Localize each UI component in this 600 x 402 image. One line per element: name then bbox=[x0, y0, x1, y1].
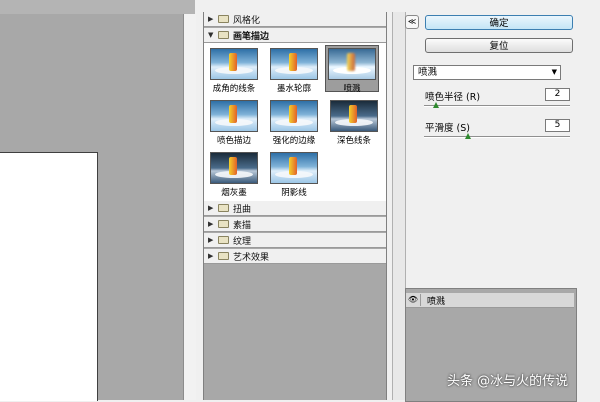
filter-thumb-dark-strokes[interactable]: 深色线条 bbox=[328, 98, 380, 146]
filter-preview-image bbox=[270, 152, 318, 184]
watermark: 头条 @冰与火的传说 bbox=[447, 374, 569, 389]
chevron-down-icon: ▼ bbox=[551, 68, 557, 76]
smoothness-slider[interactable] bbox=[424, 136, 570, 138]
filter-preview-image bbox=[210, 48, 258, 80]
spray-radius-slider-thumb[interactable] bbox=[432, 102, 439, 108]
filter-thumb-label: 喷色描边 bbox=[216, 136, 251, 146]
filter-thumb-label: 阴影线 bbox=[281, 188, 307, 198]
triangle-right-icon: ▶ bbox=[208, 204, 214, 212]
ok-button[interactable]: 确定 bbox=[425, 15, 573, 30]
category-brush-strokes[interactable]: ▼ 画笔描边 bbox=[204, 28, 386, 43]
filter-thumb-spatter[interactable]: 喷溅 bbox=[325, 45, 379, 94]
category-artistic[interactable]: ▶ 艺术效果 bbox=[204, 249, 386, 264]
filter-thumb-angled-strokes[interactable]: 成角的线条 bbox=[208, 46, 260, 94]
triangle-down-icon: ▼ bbox=[208, 31, 214, 39]
triangle-right-icon: ▶ bbox=[208, 220, 214, 228]
folder-icon bbox=[218, 204, 229, 212]
filter-thumb-sprayed-strokes[interactable]: 喷色描边 bbox=[208, 98, 260, 146]
triangle-right-icon: ▶ bbox=[208, 15, 214, 23]
param-label-spray-radius: 喷色半径 (R) bbox=[425, 92, 481, 103]
spray-radius-slider[interactable] bbox=[424, 105, 570, 107]
category-label: 扭曲 bbox=[233, 204, 252, 215]
filter-thumb-label: 成角的线条 bbox=[212, 84, 256, 94]
category-texture[interactable]: ▶ 纹理 bbox=[204, 233, 386, 248]
category-label: 画笔描边 bbox=[233, 31, 270, 42]
filter-thumb-label: 墨水轮廓 bbox=[276, 84, 311, 94]
filter-select[interactable]: 喷溅 ▼ bbox=[413, 65, 561, 80]
triangle-right-icon: ▶ bbox=[208, 252, 214, 260]
reset-button[interactable]: 复位 bbox=[425, 38, 573, 53]
spray-radius-input[interactable]: 2 bbox=[545, 88, 570, 101]
filter-gallery: ▶ 风格化 ▼ 画笔描边 成角的线条 墨水轮廓 喷溅 喷色描边 强化的边缘 深色… bbox=[203, 12, 387, 400]
filter-thumb-crosshatch[interactable]: 阴影线 bbox=[268, 150, 320, 198]
filter-preview-image bbox=[270, 100, 318, 132]
smoothness-slider-thumb[interactable] bbox=[464, 133, 471, 139]
folder-icon bbox=[218, 252, 229, 260]
preview-top-strip bbox=[0, 0, 195, 14]
category-distort[interactable]: ▶ 扭曲 bbox=[204, 201, 386, 216]
effect-layer-name: 喷溅 bbox=[427, 296, 446, 307]
filter-select-value: 喷溅 bbox=[418, 67, 438, 78]
category-sketch[interactable]: ▶ 素描 bbox=[204, 217, 386, 232]
double-chevron-up-icon[interactable]: ≪ bbox=[405, 15, 419, 29]
eye-icon[interactable]: 👁 bbox=[406, 294, 421, 306]
smoothness-input[interactable]: 5 bbox=[545, 119, 570, 132]
filter-preview-image bbox=[210, 100, 258, 132]
filter-thumb-label: 深色线条 bbox=[336, 136, 371, 146]
filter-thumb-ink-outlines[interactable]: 墨水轮廓 bbox=[268, 46, 320, 94]
filter-preview-image bbox=[270, 48, 318, 80]
triangle-right-icon: ▶ bbox=[208, 236, 214, 244]
category-label: 纹理 bbox=[233, 236, 252, 247]
category-label: 风格化 bbox=[233, 15, 261, 26]
category-stylize[interactable]: ▶ 风格化 bbox=[204, 12, 386, 27]
category-label: 素描 bbox=[233, 220, 252, 231]
effect-layer-row[interactable]: 👁 喷溅 bbox=[406, 293, 574, 308]
folder-icon bbox=[218, 236, 229, 244]
thumbnail-grid: 成角的线条 墨水轮廓 喷溅 喷色描边 强化的边缘 深色线条 烟灰墨 阴影线 bbox=[204, 43, 386, 202]
category-label: 艺术效果 bbox=[233, 252, 270, 263]
filter-preview-image bbox=[328, 48, 376, 80]
folder-icon bbox=[218, 220, 229, 228]
filter-thumb-label: 强化的边缘 bbox=[272, 136, 316, 146]
filter-thumb-accented-edges[interactable]: 强化的边缘 bbox=[268, 98, 320, 146]
preview-canvas[interactable] bbox=[0, 152, 98, 401]
filter-preview-image bbox=[210, 152, 258, 184]
filter-thumb-label: 喷溅 bbox=[343, 84, 361, 94]
param-label-smoothness: 平滑度 (S) bbox=[425, 123, 470, 134]
filter-preview-image bbox=[330, 100, 378, 132]
folder-icon bbox=[218, 15, 229, 23]
filter-thumb-sumi-e[interactable]: 烟灰墨 bbox=[208, 150, 260, 198]
preview-scrollbar[interactable] bbox=[183, 14, 196, 400]
filter-thumb-label: 烟灰墨 bbox=[221, 188, 247, 198]
folder-icon bbox=[218, 31, 229, 39]
gallery-scrollbar[interactable] bbox=[392, 12, 406, 400]
